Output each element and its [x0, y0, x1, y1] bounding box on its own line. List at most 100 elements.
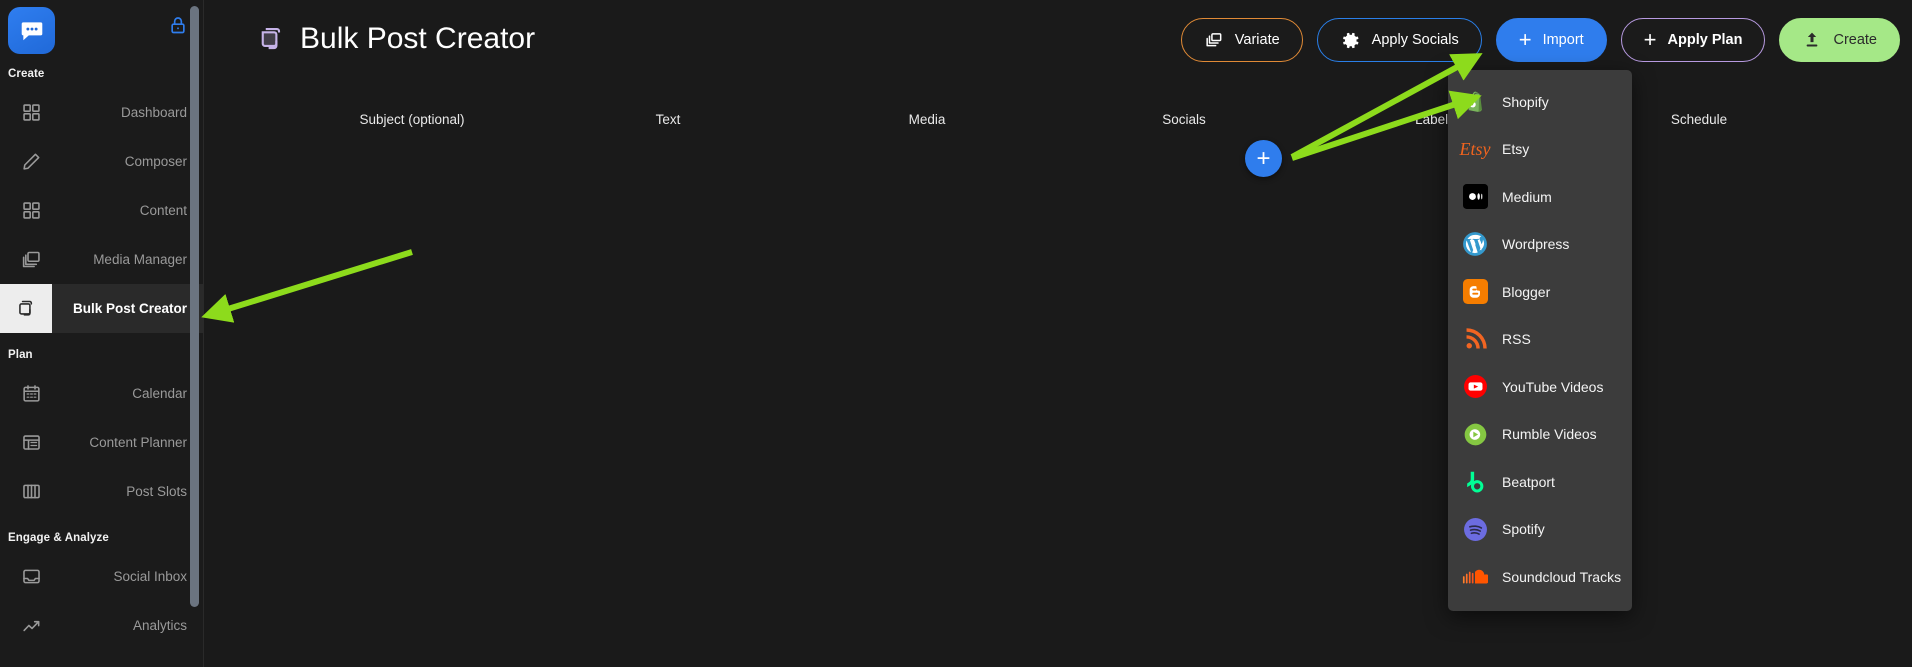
copy-stack-icon — [0, 284, 52, 333]
plus-icon: + — [1643, 27, 1657, 52]
sidebar-section-title: Engage & Analyze — [8, 532, 109, 544]
import-menu-item-label: Etsy — [1502, 141, 1530, 158]
sidebar-sections: Create Dashboard Composer Content Media Mana… — [0, 62, 203, 660]
import-menu-item-label: RSS — [1502, 331, 1531, 348]
beatport-icon — [1462, 469, 1488, 495]
etsy-icon: Etsy — [1459, 139, 1491, 160]
button-label: Variate — [1234, 32, 1280, 48]
button-label: Create — [1833, 32, 1877, 48]
plus-icon: + — [1518, 27, 1532, 52]
import-menu-item-etsy[interactable]: Etsy Etsy — [1448, 126, 1632, 174]
import-menu-item-wordpress[interactable]: Wordpress — [1448, 221, 1632, 269]
medium-icon — [1462, 184, 1488, 210]
rss-icon — [1462, 326, 1488, 352]
column-header-socials: Socials — [1162, 112, 1206, 127]
sidebar-item-dashboard[interactable]: Dashboard — [0, 88, 203, 137]
import-menu-item-shopify[interactable]: Shopify — [1448, 78, 1632, 126]
sidebar-section-title: Plan — [8, 349, 33, 361]
button-label: Apply Plan — [1667, 32, 1743, 48]
lock-button[interactable] — [165, 12, 191, 38]
columns-icon — [12, 467, 50, 516]
import-menu-item-label: Blogger — [1502, 283, 1551, 300]
soundcloud-icon — [1462, 564, 1488, 590]
trend-up-icon — [12, 601, 50, 650]
sidebar-item-label: Bulk Post Creator — [72, 301, 187, 316]
import-menu-item-label: YouTube Videos — [1502, 378, 1604, 395]
youtube-icon — [1462, 374, 1488, 400]
images-icon — [12, 235, 50, 284]
sidebar-item-bulk-post-creator[interactable]: Bulk Post Creator — [0, 284, 203, 333]
import-menu-item-label: Spotify — [1502, 521, 1545, 538]
rumble-icon — [1462, 421, 1488, 447]
apply-plan-button[interactable]: + Apply Plan — [1620, 18, 1766, 62]
add-row-button[interactable]: + — [1245, 140, 1282, 177]
page-title-text: Bulk Post Creator — [300, 22, 536, 55]
inbox-icon — [12, 552, 50, 601]
sidebar-item-label: Content Planner — [89, 435, 187, 450]
grid-icon — [12, 186, 50, 235]
import-menu-item-label: Beatport — [1502, 473, 1555, 490]
import-menu-item-label: Soundcloud Tracks — [1502, 568, 1622, 585]
app-logo[interactable] — [8, 7, 55, 54]
sidebar-item-label: Media Manager — [93, 252, 187, 267]
toolbar: Variate Apply Socials + Import + Apply Plan Cr… — [1180, 18, 1900, 62]
wordpress-icon — [1462, 231, 1488, 257]
sidebar-item-label: Calendar — [132, 386, 187, 401]
sidebar-item-label: Content — [139, 203, 187, 218]
sidebar-item-label: Analytics — [132, 618, 187, 633]
upload-icon — [1802, 30, 1822, 50]
sidebar-item-social-inbox[interactable]: Social Inbox — [0, 552, 203, 601]
import-menu-item-label: Rumble Videos — [1502, 426, 1597, 443]
sidebar-item-label: Post Slots — [126, 484, 187, 499]
sidebar-item-label: Composer — [124, 154, 187, 169]
column-header-schedule: Schedule — [1670, 112, 1728, 127]
sidebar-item-content[interactable]: Content — [0, 186, 203, 235]
column-header-media: Media — [908, 112, 946, 127]
sidebar: Create Dashboard Composer Content Media Mana… — [0, 0, 204, 667]
sidebar-header — [0, 0, 203, 62]
calendar-icon — [12, 369, 50, 418]
sidebar-item-calendar[interactable]: Calendar — [0, 369, 203, 418]
button-label: Apply Socials — [1371, 32, 1459, 48]
import-menu-item-label: Medium — [1502, 188, 1552, 205]
import-menu-item-soundcloud-tracks[interactable]: Soundcloud Tracks — [1448, 553, 1632, 601]
create-button[interactable]: Create — [1779, 18, 1900, 62]
import-menu-item-rumble-videos[interactable]: Rumble Videos — [1448, 411, 1632, 459]
list-table-icon — [12, 418, 50, 467]
sidebar-item-media-manager[interactable]: Media Manager — [0, 235, 203, 284]
import-menu-item-youtube-videos[interactable]: YouTube Videos — [1448, 363, 1632, 411]
sidebar-scrollbar[interactable] — [190, 6, 199, 607]
sidebar-item-analytics[interactable]: Analytics — [0, 601, 203, 650]
import-menu-item-label: Shopify — [1502, 93, 1549, 110]
sidebar-item-composer[interactable]: Composer — [0, 137, 203, 186]
chat-bubble-icon — [21, 21, 42, 40]
column-header-text: Text — [655, 112, 681, 127]
import-button[interactable]: + Import — [1495, 18, 1607, 62]
sidebar-section-title: Create — [8, 68, 45, 80]
blogger-icon — [1462, 279, 1488, 305]
sidebar-item-post-slots[interactable]: Post Slots — [0, 467, 203, 516]
pencil-icon — [12, 137, 50, 186]
sidebar-item-content-planner[interactable]: Content Planner — [0, 418, 203, 467]
variate-button[interactable]: Variate — [1180, 18, 1303, 62]
column-header-subject-optional-: Subject (optional) — [359, 112, 465, 127]
spotify-icon — [1462, 516, 1488, 542]
import-menu-item-blogger[interactable]: Blogger — [1448, 268, 1632, 316]
main-content: Bulk Post Creator Variate Apply Socials + I… — [205, 0, 1912, 667]
grid-icon — [12, 88, 50, 137]
layers-icon — [1204, 30, 1224, 50]
shopify-icon — [1462, 89, 1488, 115]
import-menu-item-rss[interactable]: RSS — [1448, 316, 1632, 364]
import-menu-item-label: Wordpress — [1502, 236, 1570, 253]
app-root: Create Dashboard Composer Content Media Mana… — [0, 0, 1912, 667]
sidebar-item-label: Social Inbox — [113, 569, 187, 584]
import-menu-item-spotify[interactable]: Spotify — [1448, 506, 1632, 554]
import-menu-item-beatport[interactable]: Beatport — [1448, 458, 1632, 506]
apply-socials-button[interactable]: Apply Socials — [1316, 18, 1482, 62]
gear-icon — [1340, 30, 1361, 51]
import-menu-item-medium[interactable]: Medium — [1448, 173, 1632, 221]
lock-icon — [171, 17, 185, 34]
copy-stack-icon — [261, 27, 281, 50]
